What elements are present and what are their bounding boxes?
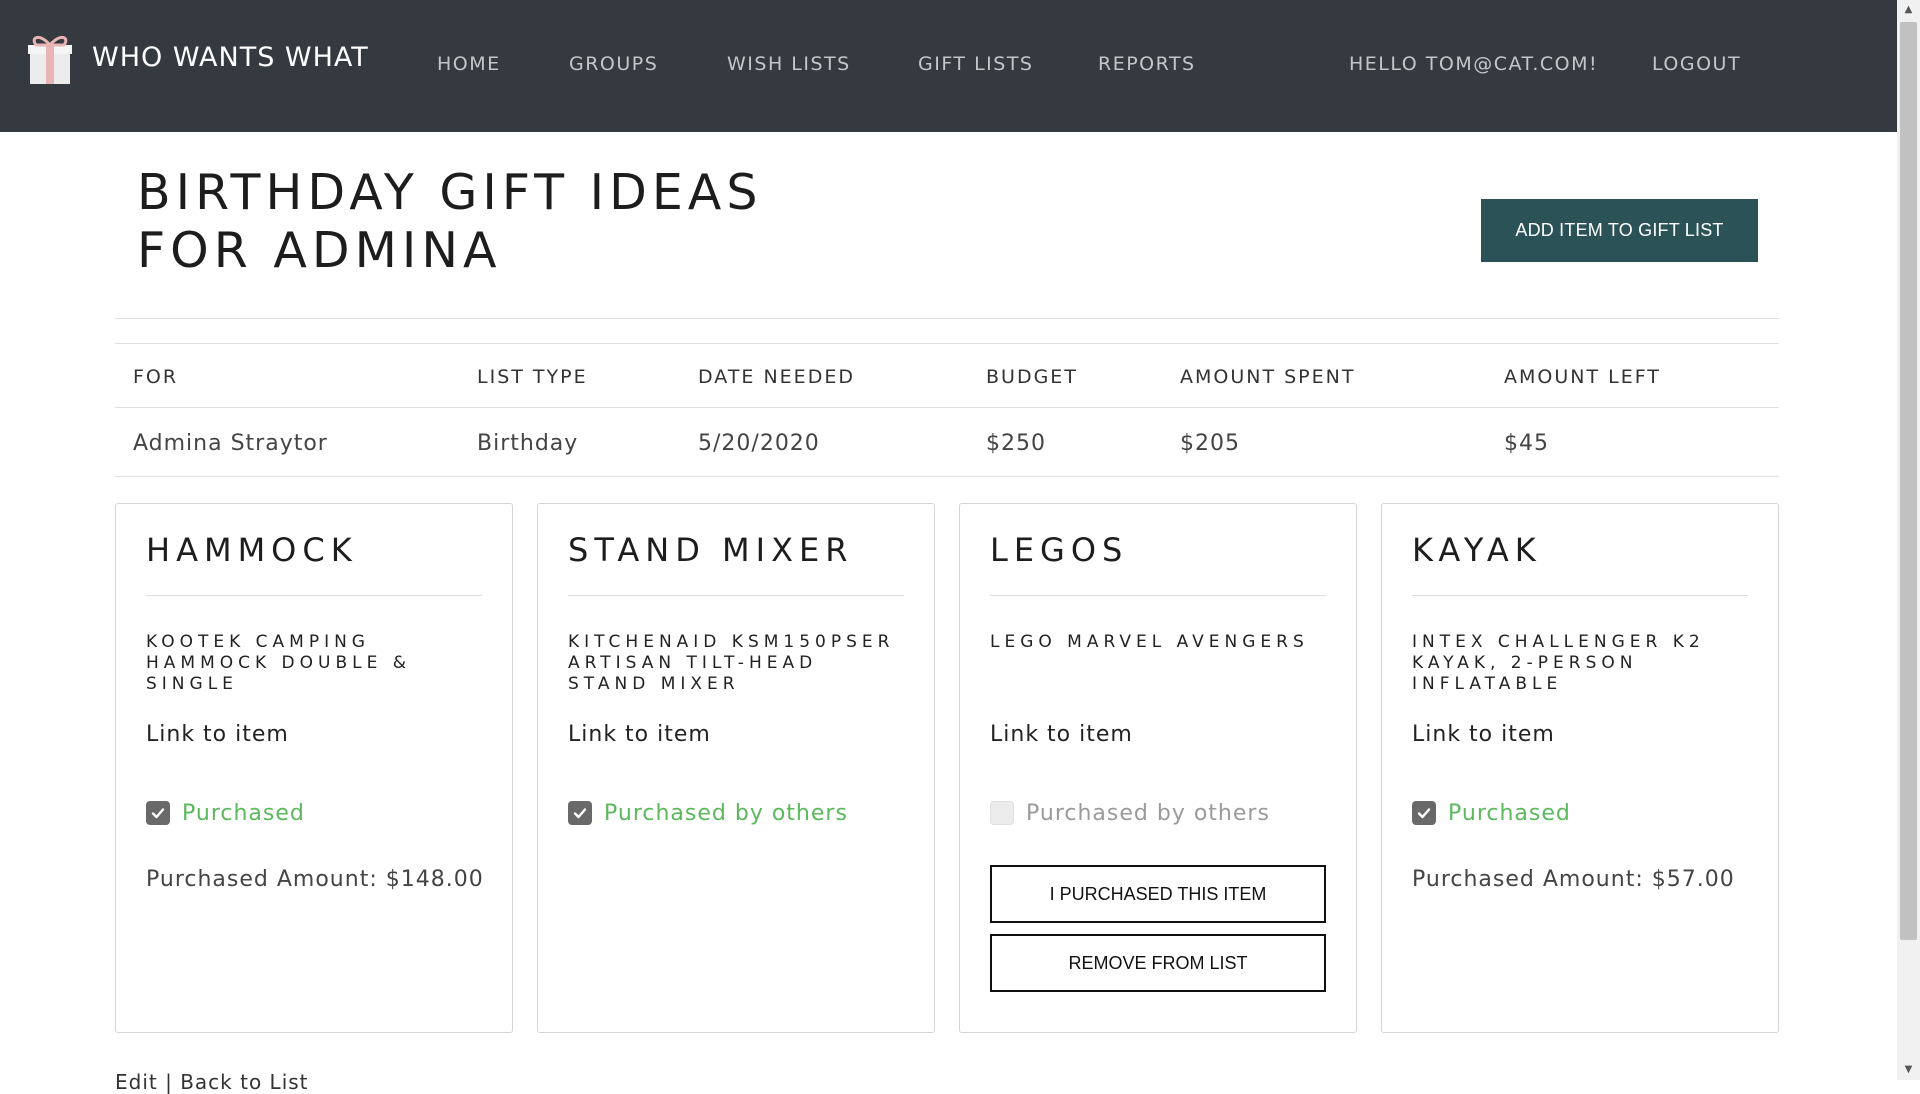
value-budget: $250: [986, 431, 1046, 456]
gift-card-stand-mixer: STAND MIXER KITCHENAID KSM150PSER ARTISA…: [537, 503, 935, 1033]
edit-link[interactable]: Edit: [115, 1070, 158, 1094]
add-item-button[interactable]: ADD ITEM TO GIFT LIST: [1481, 199, 1758, 262]
header-amount-spent: AMOUNT SPENT: [1180, 366, 1356, 388]
gift-icon: [28, 36, 72, 84]
header-budget: BUDGET: [986, 366, 1078, 388]
scrollbar-thumb[interactable]: [1900, 22, 1917, 940]
purchased-label: Purchased: [182, 801, 305, 826]
table-top-border: [115, 343, 1779, 344]
purchased-label: Purchased by others: [1026, 801, 1270, 826]
table-row-border: [115, 407, 1779, 408]
card-title: STAND MIXER: [568, 531, 854, 569]
card-title: KAYAK: [1412, 531, 1542, 569]
item-link[interactable]: Link to item: [1412, 722, 1555, 747]
gift-card-legos: LEGOS LEGO MARVEL AVENGERS Link to item …: [959, 503, 1357, 1033]
gift-card-hammock: HAMMOCK KOOTEK CAMPING HAMMOCK DOUBLE & …: [115, 503, 513, 1033]
navbar: WHO WANTS WHAT HOME GROUPS WISH LISTS GI…: [0, 0, 1897, 132]
nav-wish-lists[interactable]: WISH LISTS: [727, 53, 851, 75]
card-description: KOOTEK CAMPING HAMMOCK DOUBLE & SINGLE: [146, 632, 411, 694]
divider: [115, 318, 1779, 319]
purchased-label: Purchased: [1448, 801, 1571, 826]
nav-home[interactable]: HOME: [437, 53, 501, 75]
brand-name: WHO WANTS WHAT: [92, 42, 369, 73]
purchased-checkbox[interactable]: [568, 801, 592, 825]
item-link[interactable]: Link to item: [568, 722, 711, 747]
back-to-list-link[interactable]: Back to List: [180, 1070, 308, 1094]
card-title: LEGOS: [990, 531, 1129, 569]
card-divider: [568, 595, 904, 596]
scroll-up-icon[interactable]: ▲: [1897, 0, 1920, 20]
remove-from-list-button[interactable]: REMOVE FROM LIST: [990, 934, 1326, 992]
value-amount-spent: $205: [1180, 431, 1240, 456]
page-title: BIRTHDAY GIFT IDEAS FOR ADMINA: [137, 164, 763, 279]
check-icon: [151, 808, 165, 819]
item-link[interactable]: Link to item: [990, 722, 1133, 747]
header-list-type: LIST TYPE: [477, 366, 588, 388]
i-purchased-button[interactable]: I PURCHASED THIS ITEM: [990, 865, 1326, 923]
purchased-amount: Purchased Amount: $57.00: [1412, 867, 1735, 892]
scroll-down-icon[interactable]: ▼: [1897, 1060, 1920, 1080]
value-list-type: Birthday: [477, 431, 579, 456]
vertical-scrollbar[interactable]: ▲ ▼: [1897, 0, 1920, 1080]
value-for: Admina Straytor: [133, 431, 328, 456]
table-bottom-border: [115, 476, 1779, 477]
nav-reports[interactable]: REPORTS: [1098, 53, 1196, 75]
card-divider: [990, 595, 1326, 596]
purchased-checkbox[interactable]: [990, 801, 1014, 825]
purchased-amount: Purchased Amount: $148.00: [146, 867, 484, 892]
header-date-needed: DATE NEEDED: [698, 366, 855, 388]
check-icon: [573, 808, 587, 819]
card-divider: [1412, 595, 1748, 596]
purchased-checkbox[interactable]: [1412, 801, 1436, 825]
card-description: INTEX CHALLENGER K2 KAYAK, 2-PERSON INFL…: [1412, 632, 1705, 694]
header-for: FOR: [133, 366, 179, 388]
check-icon: [1417, 808, 1431, 819]
purchased-checkbox[interactable]: [146, 801, 170, 825]
header-amount-left: AMOUNT LEFT: [1504, 366, 1661, 388]
item-link[interactable]: Link to item: [146, 722, 289, 747]
card-description: LEGO MARVEL AVENGERS: [990, 632, 1309, 652]
value-date-needed: 5/20/2020: [698, 431, 820, 456]
link-separator: |: [165, 1070, 173, 1094]
nav-greeting[interactable]: HELLO TOM@CAT.COM!: [1349, 53, 1598, 75]
card-divider: [146, 595, 482, 596]
nav-gift-lists[interactable]: GIFT LISTS: [918, 53, 1033, 75]
card-description: KITCHENAID KSM150PSER ARTISAN TILT-HEAD …: [568, 632, 895, 694]
gift-card-kayak: KAYAK INTEX CHALLENGER K2 KAYAK, 2-PERSO…: [1381, 503, 1779, 1033]
card-title: HAMMOCK: [146, 531, 358, 569]
purchased-label: Purchased by others: [604, 801, 848, 826]
value-amount-left: $45: [1504, 431, 1549, 456]
nav-groups[interactable]: GROUPS: [569, 53, 658, 75]
nav-logout[interactable]: LOGOUT: [1652, 53, 1741, 75]
footer-links: Edit | Back to List: [115, 1070, 309, 1094]
brand-link[interactable]: WHO WANTS WHAT: [26, 31, 369, 84]
